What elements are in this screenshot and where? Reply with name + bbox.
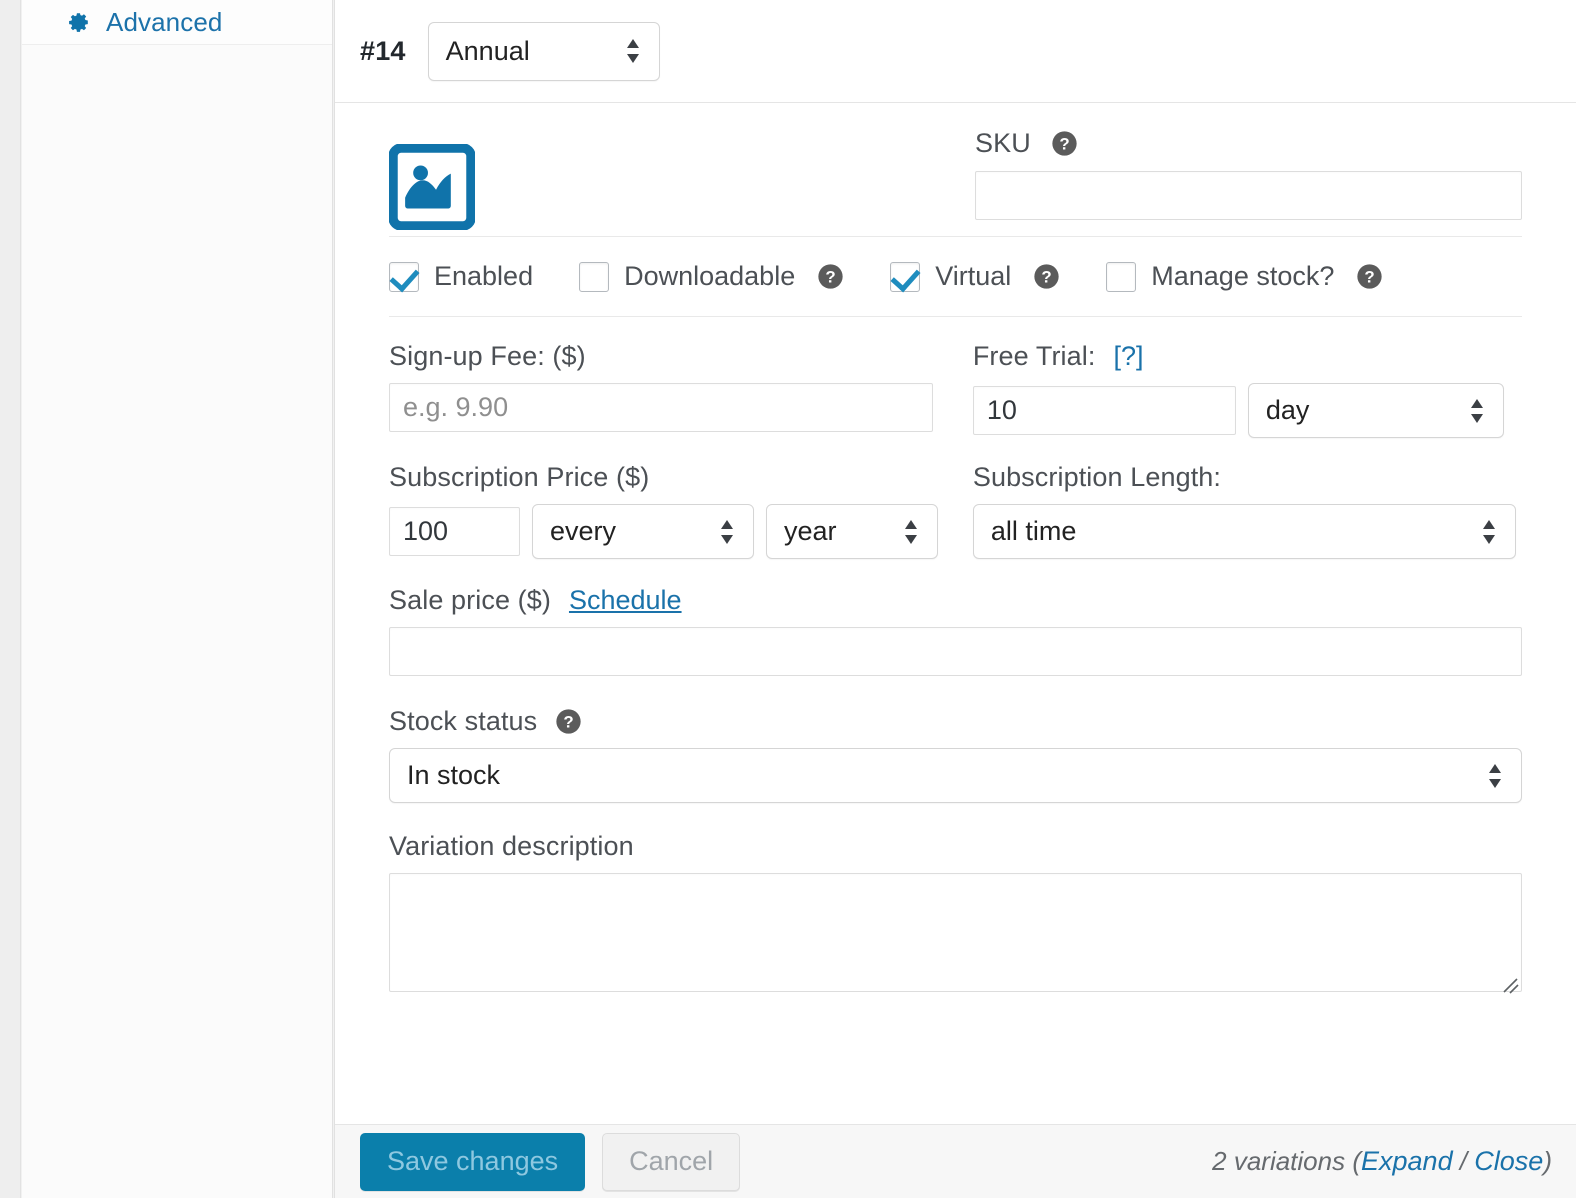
chevron-updown-icon: [903, 518, 919, 546]
subscription-price-label: Subscription Price ($): [389, 462, 650, 492]
subscription-interval-value: every: [550, 516, 617, 546]
subscription-length-label: Subscription Length:: [972, 462, 1222, 492]
paren-open: (: [1352, 1146, 1362, 1176]
variation-panel: #14 Annual SKU ? Enabled Downloadable ? …: [334, 0, 1576, 1198]
checkbox-manage-stock[interactable]: Manage stock?: [1106, 261, 1334, 292]
sidebar-item-advanced[interactable]: Advanced: [22, 0, 332, 45]
admin-menu-rail: [0, 0, 21, 1198]
help-icon-downloadable[interactable]: ?: [817, 263, 844, 290]
variation-fields: Sign-up Fee: ($) Free Trial: [?] day: [360, 341, 1551, 997]
help-icon-manage-stock[interactable]: ?: [1356, 263, 1383, 290]
checkbox-virtual-box[interactable]: [890, 261, 921, 292]
variation-attribute-select[interactable]: Annual: [427, 21, 660, 81]
chevron-updown-icon: [1469, 397, 1485, 425]
checkbox-downloadable-label: Downloadable: [624, 261, 796, 291]
chevron-updown-icon: [719, 518, 735, 546]
sale-price-schedule-link[interactable]: Schedule: [569, 585, 682, 616]
stock-status-label: Stock status: [389, 706, 538, 736]
variations-count: 2 variations: [1212, 1146, 1346, 1176]
signup-fee-group: Sign-up Fee: ($): [389, 341, 969, 438]
help-icon[interactable]: ?: [1051, 130, 1078, 157]
checkbox-enabled-box[interactable]: [389, 261, 419, 292]
save-changes-button[interactable]: Save changes: [360, 1132, 586, 1191]
variation-body: SKU ? Enabled Downloadable ? Virtual ? M…: [335, 103, 1576, 1124]
stock-status-value: In stock: [407, 760, 501, 790]
help-icon-stock-status[interactable]: ?: [555, 708, 582, 735]
svg-text:?: ?: [564, 713, 574, 732]
free-trial-label: Free Trial:: [972, 341, 1096, 371]
sale-price-input[interactable]: [389, 627, 1522, 676]
checkbox-virtual[interactable]: Virtual: [890, 261, 1011, 292]
subscription-period-value: year: [784, 516, 837, 546]
chevron-updown-icon: [1487, 762, 1503, 790]
row-price-length: Subscription Price ($) every: [389, 462, 1522, 559]
subscription-length-group: Subscription Length: all time: [972, 462, 1522, 559]
svg-text:?: ?: [1042, 268, 1052, 287]
expand-link[interactable]: Expand: [1361, 1146, 1453, 1176]
signup-fee-label: Sign-up Fee: ($): [389, 341, 586, 371]
product-data-tabs: Advanced: [22, 0, 333, 1198]
links-separator: /: [1459, 1146, 1468, 1176]
svg-text:?: ?: [1365, 268, 1375, 287]
sku-input[interactable]: [975, 171, 1522, 220]
stock-status-group: Stock status ? In stock: [389, 706, 1522, 803]
row-signup-trial: Sign-up Fee: ($) Free Trial: [?] day: [389, 341, 1522, 438]
image-placeholder-icon: [388, 143, 476, 231]
sku-field-group: SKU ?: [975, 128, 1522, 220]
variation-footer-toolbar: Save changes Cancel 2 variations (Expand…: [335, 1124, 1576, 1198]
variation-attribute-value: Annual: [445, 35, 530, 66]
row-image-sku: SKU ?: [360, 103, 1551, 236]
paren-close: ): [1543, 1146, 1552, 1176]
subscription-length-value: all time: [990, 516, 1077, 546]
chevron-updown-icon: [625, 37, 641, 65]
checkbox-enabled[interactable]: Enabled: [389, 261, 533, 292]
sale-price-label: Sale price ($): [389, 585, 551, 615]
sidebar-item-label: Advanced: [106, 6, 223, 37]
subscription-price-input[interactable]: [389, 507, 520, 556]
checkbox-enabled-label: Enabled: [434, 261, 534, 291]
sku-label: SKU: [975, 128, 1031, 158]
free-trial-group: Free Trial: [?] day: [972, 341, 1522, 438]
free-trial-period-select[interactable]: day: [1247, 383, 1504, 438]
signup-fee-input[interactable]: [389, 383, 933, 432]
svg-text:?: ?: [1059, 135, 1069, 154]
checkbox-manage-stock-label: Manage stock?: [1151, 261, 1335, 291]
checkbox-downloadable[interactable]: Downloadable: [579, 261, 795, 292]
variation-description-label: Variation description: [389, 831, 634, 861]
variation-editor-screen: Advanced #14 Annual SKU ? Enabled Downlo…: [0, 0, 1576, 1198]
variations-summary: 2 variations (Expand / Close): [1212, 1146, 1552, 1177]
variation-header: #14 Annual: [335, 0, 1576, 103]
subscription-price-group: Subscription Price ($) every: [389, 462, 969, 559]
variation-number: #14: [360, 35, 406, 66]
help-icon-virtual[interactable]: ?: [1033, 263, 1060, 290]
sale-price-group: Sale price ($) Schedule: [389, 585, 1522, 676]
cancel-button[interactable]: Cancel: [602, 1132, 741, 1191]
subscription-length-select[interactable]: all time: [972, 504, 1516, 559]
free-trial-length-input[interactable]: [972, 386, 1236, 435]
subscription-period-select[interactable]: year: [766, 504, 938, 559]
variation-description-textarea[interactable]: [389, 873, 1522, 992]
free-trial-help-link[interactable]: [?]: [1113, 341, 1143, 372]
checkbox-downloadable-box[interactable]: [579, 261, 610, 292]
checkbox-virtual-label: Virtual: [935, 261, 1012, 291]
close-link[interactable]: Close: [1474, 1146, 1543, 1176]
gear-icon: [68, 11, 90, 33]
stock-status-select[interactable]: In stock: [389, 748, 1522, 803]
chevron-updown-icon: [1481, 518, 1497, 546]
variation-flags-row: Enabled Downloadable ? Virtual ? Manage …: [360, 237, 1551, 316]
free-trial-period-value: day: [1265, 395, 1310, 425]
variation-image-placeholder[interactable]: [388, 143, 476, 231]
subscription-interval-select[interactable]: every: [532, 504, 754, 559]
divider-after-flags: [389, 316, 1522, 317]
variation-description-group: Variation description: [389, 831, 1522, 997]
checkbox-manage-stock-box[interactable]: [1106, 261, 1137, 292]
svg-text:?: ?: [826, 268, 836, 287]
